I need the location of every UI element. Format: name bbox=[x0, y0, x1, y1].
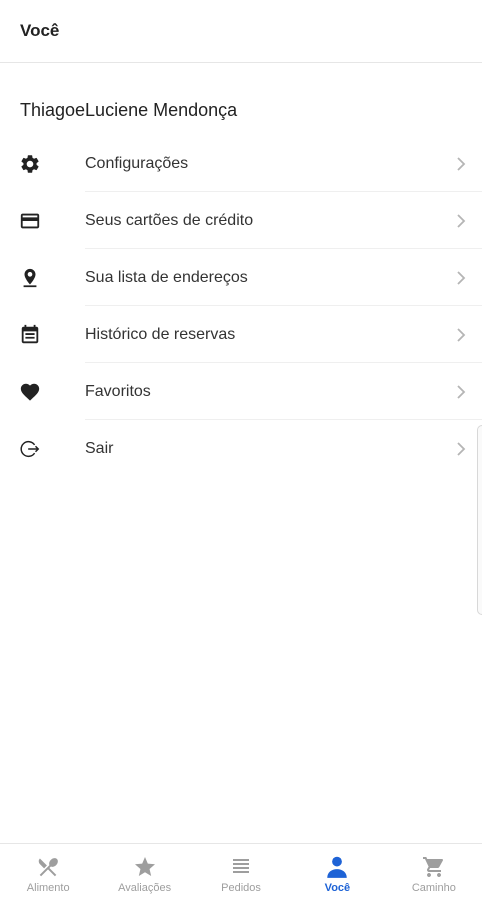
chevron-right-icon bbox=[457, 327, 466, 342]
nav-label: Avaliações bbox=[118, 882, 172, 894]
cart-icon bbox=[421, 854, 447, 880]
top-bar: Você bbox=[0, 0, 482, 63]
heart-icon bbox=[18, 380, 42, 404]
nav-label: Você bbox=[324, 882, 351, 894]
nav-label: Caminho bbox=[411, 882, 456, 894]
menu-item-label: Histórico de reservas bbox=[85, 325, 236, 343]
page-title: Você bbox=[20, 21, 60, 40]
menu-item-logout[interactable]: Sair bbox=[0, 420, 482, 477]
app-root: Você ThiagoeLuciene Mendonça Configuraçõ… bbox=[0, 0, 482, 900]
bottom-navigation: Alimento Avaliações Pedidos Você Caminho bbox=[0, 843, 482, 900]
nav-label: Pedidos bbox=[221, 882, 261, 894]
chevron-right-icon bbox=[457, 213, 466, 228]
nav-item-food[interactable]: Alimento bbox=[0, 844, 96, 900]
nav-item-reviews[interactable]: Avaliações bbox=[96, 844, 192, 900]
star-icon bbox=[132, 854, 158, 880]
calendar-list-icon bbox=[18, 323, 42, 347]
list-icon bbox=[228, 854, 254, 880]
menu-item-addresses[interactable]: Sua lista de endereços bbox=[0, 249, 482, 306]
chevron-right-icon bbox=[457, 270, 466, 285]
logout-icon bbox=[18, 437, 42, 461]
gear-icon bbox=[18, 152, 42, 176]
nav-item-cart[interactable]: Caminho bbox=[386, 844, 482, 900]
chevron-right-icon bbox=[457, 441, 466, 456]
credit-card-icon bbox=[18, 209, 42, 233]
nav-item-you[interactable]: Você bbox=[289, 844, 385, 900]
user-name: ThiagoeLuciene Mendonça bbox=[20, 100, 238, 120]
menu-item-label: Favoritos bbox=[85, 382, 151, 400]
menu-item-credit-cards[interactable]: Seus cartões de crédito bbox=[0, 192, 482, 249]
menu-item-favorites[interactable]: Favoritos bbox=[0, 363, 482, 420]
menu-item-settings[interactable]: Configurações bbox=[0, 135, 482, 192]
chevron-right-icon bbox=[457, 384, 466, 399]
map-pin-icon bbox=[18, 266, 42, 290]
nav-label: Alimento bbox=[26, 882, 70, 894]
edge-pull-handle[interactable] bbox=[477, 425, 482, 615]
menu-item-label: Configurações bbox=[85, 154, 189, 172]
chevron-right-icon bbox=[457, 156, 466, 171]
menu-item-label: Seus cartões de crédito bbox=[85, 211, 254, 229]
user-icon bbox=[324, 854, 350, 880]
menu-item-reservation-history[interactable]: Histórico de reservas bbox=[0, 306, 482, 363]
menu-item-label: Sair bbox=[85, 439, 114, 457]
fork-knife-icon bbox=[35, 854, 61, 880]
account-menu: Configurações Seus cartões de crédito Su… bbox=[0, 135, 482, 477]
menu-item-label: Sua lista de endereços bbox=[85, 268, 248, 286]
nav-item-orders[interactable]: Pedidos bbox=[193, 844, 289, 900]
